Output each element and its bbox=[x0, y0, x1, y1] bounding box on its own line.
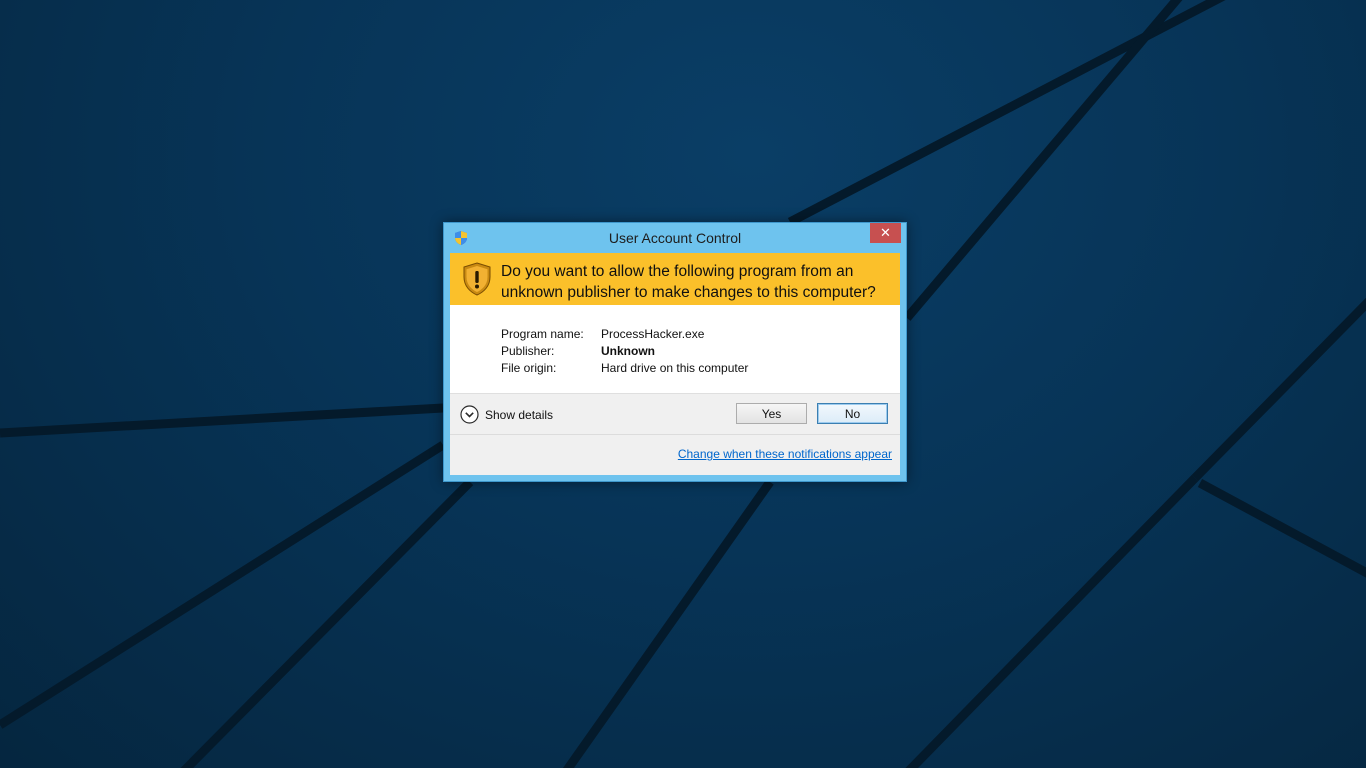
yes-button[interactable]: Yes bbox=[736, 403, 807, 424]
action-row: Show details Yes No bbox=[450, 394, 900, 435]
warning-banner: Do you want to allow the following progr… bbox=[450, 253, 900, 305]
close-button[interactable]: ✕ bbox=[870, 223, 901, 243]
publisher-value: Unknown bbox=[601, 344, 655, 358]
close-icon: ✕ bbox=[880, 225, 891, 240]
show-details-label: Show details bbox=[485, 408, 554, 422]
no-button[interactable]: No bbox=[817, 403, 888, 424]
window-title: User Account Control bbox=[608, 230, 742, 246]
program-info: Program name: ProcessHacker.exe Publishe… bbox=[450, 305, 900, 394]
uac-dialog: User Account Control ✕ Do you want to al… bbox=[443, 222, 907, 482]
warning-shield-icon bbox=[463, 262, 491, 296]
dialog-body: Do you want to allow the following progr… bbox=[450, 253, 900, 475]
chevron-down-icon bbox=[460, 405, 479, 424]
program-name-label: Program name: bbox=[501, 327, 584, 341]
file-origin-label: File origin: bbox=[501, 361, 557, 375]
file-origin-value: Hard drive on this computer bbox=[601, 361, 749, 375]
change-notifications-link[interactable]: Change when these notifications appear bbox=[678, 447, 892, 461]
program-name-value: ProcessHacker.exe bbox=[601, 327, 705, 341]
title-bar[interactable]: User Account Control ✕ bbox=[444, 223, 906, 253]
consent-question: Do you want to allow the following progr… bbox=[501, 263, 876, 301]
publisher-label: Publisher: bbox=[501, 344, 555, 358]
